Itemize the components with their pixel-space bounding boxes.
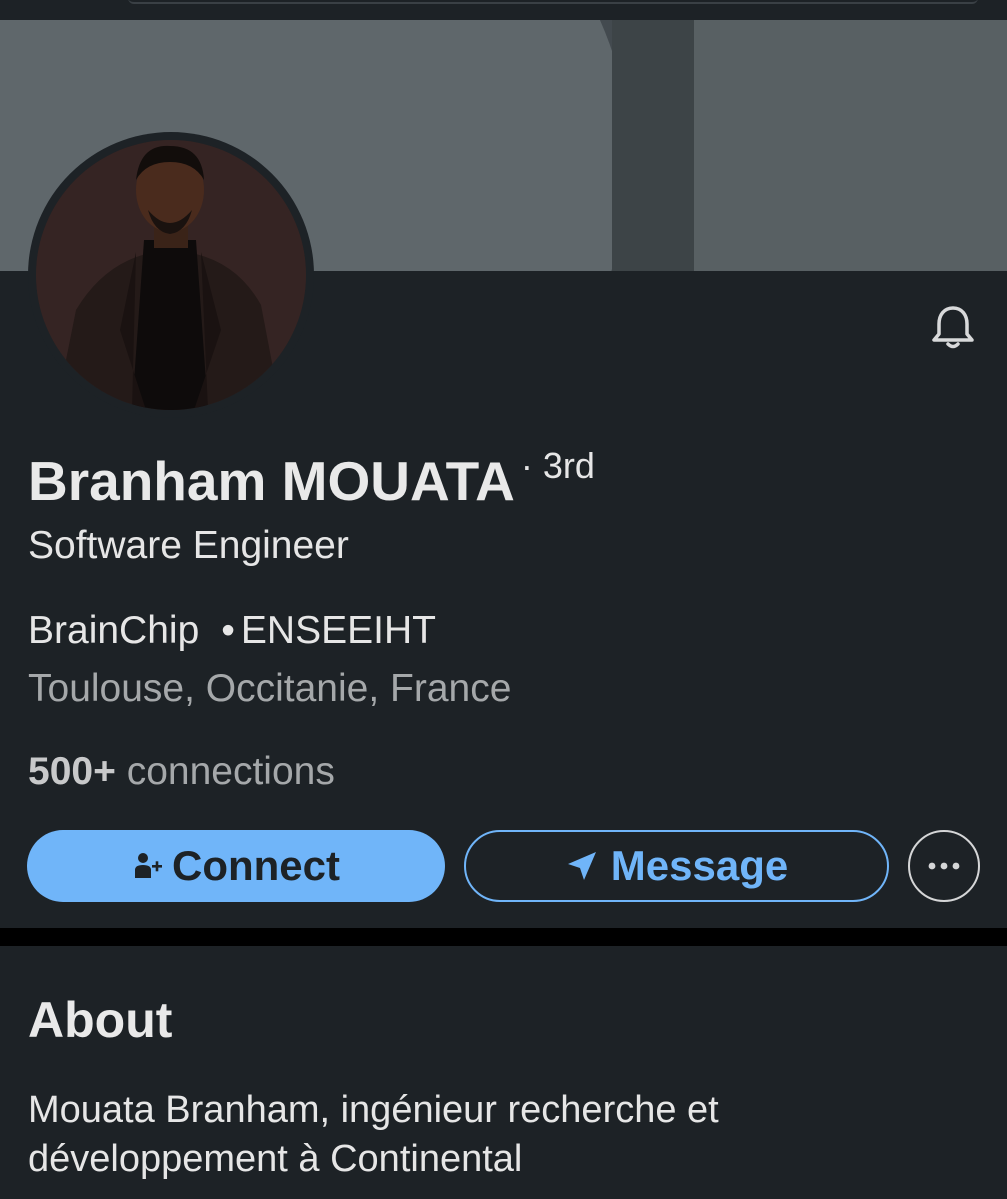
search-bar-edge[interactable]: [128, 0, 978, 4]
profile-location: Toulouse, Occitanie, France: [28, 667, 512, 710]
more-horizontal-icon: [928, 862, 960, 870]
connect-button-label: Connect: [172, 842, 340, 889]
about-title: About: [28, 992, 173, 1048]
profile-avatar[interactable]: [28, 132, 314, 418]
message-button[interactable]: Message: [464, 830, 889, 902]
section-divider: [0, 928, 1007, 946]
profile-organizations: BrainChip • ENSEEIHT: [28, 609, 436, 653]
person-add-icon: [135, 853, 162, 878]
avatar-photo: [36, 140, 306, 410]
profile-name-row: Branham MOUATA · 3rd: [28, 445, 595, 513]
profile-headline: Software Engineer: [28, 524, 349, 567]
profile-name: Branham MOUATA: [28, 450, 515, 512]
about-text: Mouata Branham, ingénieur recherche et d…: [28, 1089, 719, 1180]
school-link[interactable]: ENSEEIHT: [241, 609, 436, 652]
connection-degree: · 3rd: [520, 445, 595, 486]
connect-button[interactable]: Connect: [27, 830, 445, 902]
about-section: About Mouata Branham, ingénieur recherch…: [0, 946, 1007, 1199]
profile-page: Branham MOUATA · 3rd Software Engineer Br…: [0, 0, 1007, 1199]
message-button-label: Message: [610, 842, 789, 889]
bell-icon[interactable]: [928, 302, 978, 350]
send-icon: [567, 852, 596, 880]
more-options-button[interactable]: [908, 830, 980, 902]
top-bar: [0, 0, 1007, 20]
connections-link[interactable]: 500+ connections: [28, 750, 335, 794]
banner-band-shape: [612, 20, 694, 271]
connections-label: connections: [126, 750, 335, 793]
separator-dot: •: [221, 609, 235, 652]
banner-right-shape: [694, 20, 1007, 271]
connections-count: 500+: [28, 750, 116, 793]
company-link[interactable]: BrainChip: [28, 609, 199, 652]
